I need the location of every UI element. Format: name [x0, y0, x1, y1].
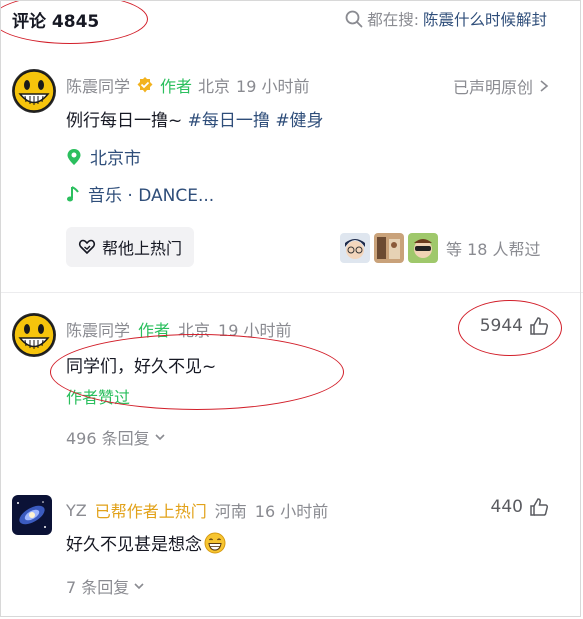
post-caption: 例行每日一撸~ #每日一撸 #健身 — [66, 106, 324, 131]
hashtag-link[interactable]: #每日一撸 — [188, 111, 270, 131]
like-button[interactable]: 5944 — [480, 316, 549, 336]
search-icon — [345, 10, 363, 28]
original-claim-label: 已声明原创 — [452, 78, 533, 97]
chevron-down-icon — [155, 434, 165, 441]
replies-count: 496 条回复 — [66, 429, 150, 448]
post-caption-text: 例行每日一撸~ — [66, 111, 188, 131]
thumbs-up-icon — [530, 317, 549, 335]
location-pin-icon — [67, 148, 81, 165]
comment-location: 河南 — [214, 502, 247, 521]
comment-text-row: 好久不见甚是想念 — [66, 530, 226, 555]
comment-author-name[interactable]: 陈震同学 — [66, 317, 130, 341]
liked-by-author-label: 作者赞过 — [66, 388, 131, 407]
hashtag-link[interactable]: #健身 — [275, 111, 323, 131]
smiley-avatar-icon — [12, 313, 56, 357]
replies-count: 7 条回复 — [66, 578, 130, 597]
helpers-row[interactable]: 等 18 人帮过 — [340, 233, 541, 263]
comment-time: 19 小时前 — [218, 321, 292, 340]
promote-button[interactable]: 帮他上热门 — [66, 227, 195, 267]
music-note-icon — [67, 185, 79, 201]
avatar[interactable] — [12, 69, 56, 113]
avatar[interactable] — [12, 313, 56, 357]
helpers-count-text: 等 18 人帮过 — [446, 240, 541, 259]
post-location: 北京 — [198, 77, 231, 96]
like-count: 5944 — [479, 316, 523, 336]
comment-text: 好久不见甚是想念 — [66, 535, 202, 555]
helper-avatar — [340, 233, 370, 263]
place-name: 北京市 — [90, 149, 141, 169]
galaxy-avatar-icon — [12, 495, 52, 535]
comment-text: 同学们，好久不见~ — [66, 357, 217, 377]
heart-hand-icon — [78, 239, 96, 255]
verified-icon — [137, 77, 153, 93]
like-count: 440 — [490, 497, 523, 517]
author-badge: 作者 — [138, 321, 171, 340]
post-location-tag[interactable]: 北京市 — [66, 144, 141, 169]
music-link[interactable]: 音乐 · DANCE... — [66, 181, 214, 206]
view-replies-button[interactable]: 496 条回复 — [66, 425, 166, 449]
thumbs-up-icon — [530, 498, 549, 516]
chevron-down-icon — [134, 583, 144, 590]
avatar[interactable] — [12, 495, 52, 535]
promote-button-label: 帮他上热门 — [102, 239, 183, 258]
post-time: 19 小时前 — [236, 77, 310, 96]
comment-location: 北京 — [178, 321, 211, 340]
search-suggestion[interactable]: 都在搜: 陈震什么时候解封 — [345, 8, 547, 30]
helper-avatar — [408, 233, 438, 263]
promoter-badge: 已帮作者上热门 — [94, 502, 207, 521]
search-topic[interactable]: 陈震什么时候解封 — [423, 8, 547, 30]
music-title: 音乐 · DANCE... — [88, 186, 215, 206]
divider — [0, 292, 583, 293]
comment-time: 16 小时前 — [254, 502, 329, 521]
author-badge: 作者 — [160, 77, 193, 96]
helper-avatar — [374, 233, 404, 263]
view-replies-button[interactable]: 7 条回复 — [66, 574, 145, 598]
post-author-name[interactable]: 陈震同学 — [66, 73, 130, 97]
search-prefix: 都在搜: — [367, 11, 419, 29]
smiley-avatar-icon — [12, 69, 56, 113]
grin-emoji-icon — [204, 532, 226, 553]
original-claim-link[interactable]: 已声明原创 — [453, 74, 549, 98]
comment-author-name[interactable]: YZ — [66, 501, 87, 520]
like-button[interactable]: 440 — [491, 497, 549, 517]
chevron-right-icon — [540, 80, 549, 92]
comment-count-title: 评论 4845 — [12, 12, 100, 32]
